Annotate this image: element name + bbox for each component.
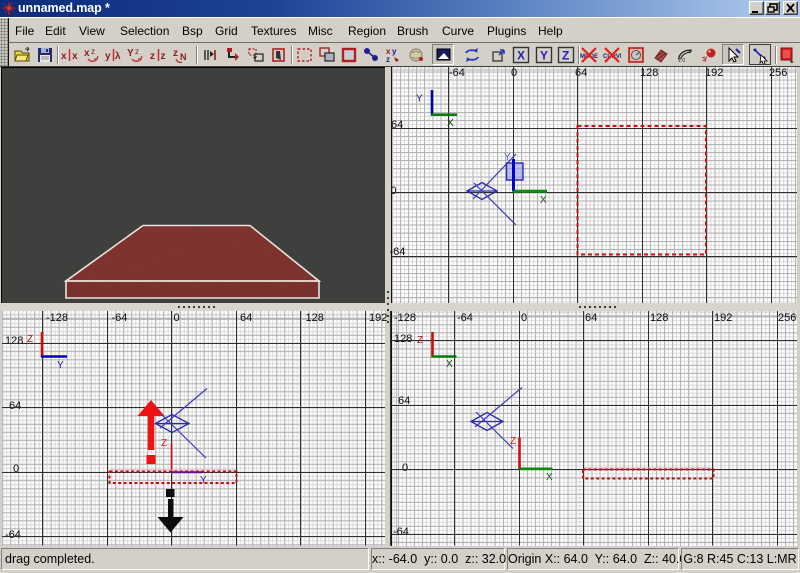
svg-text:x: x	[84, 48, 90, 59]
svg-text:x: x	[72, 51, 78, 62]
svg-text:z: z	[161, 51, 166, 62]
svg-text:x: x	[61, 51, 67, 62]
svg-text:z: z	[386, 55, 390, 64]
svg-text:X: X	[517, 49, 525, 63]
svg-text:y: y	[392, 47, 397, 56]
svg-text:Y: Y	[127, 48, 134, 59]
svg-text:λ: λ	[115, 51, 121, 62]
svg-text:y: y	[105, 51, 111, 62]
svg-text:1.0: 1.0	[678, 58, 685, 64]
svg-text:z: z	[150, 51, 155, 62]
svg-text:z: z	[173, 48, 178, 59]
svg-text:Z: Z	[562, 49, 569, 63]
svg-text:Y: Y	[540, 49, 548, 63]
svg-text:z: z	[91, 47, 95, 56]
svg-text:z: z	[135, 47, 139, 56]
svg-text:N: N	[180, 52, 187, 62]
